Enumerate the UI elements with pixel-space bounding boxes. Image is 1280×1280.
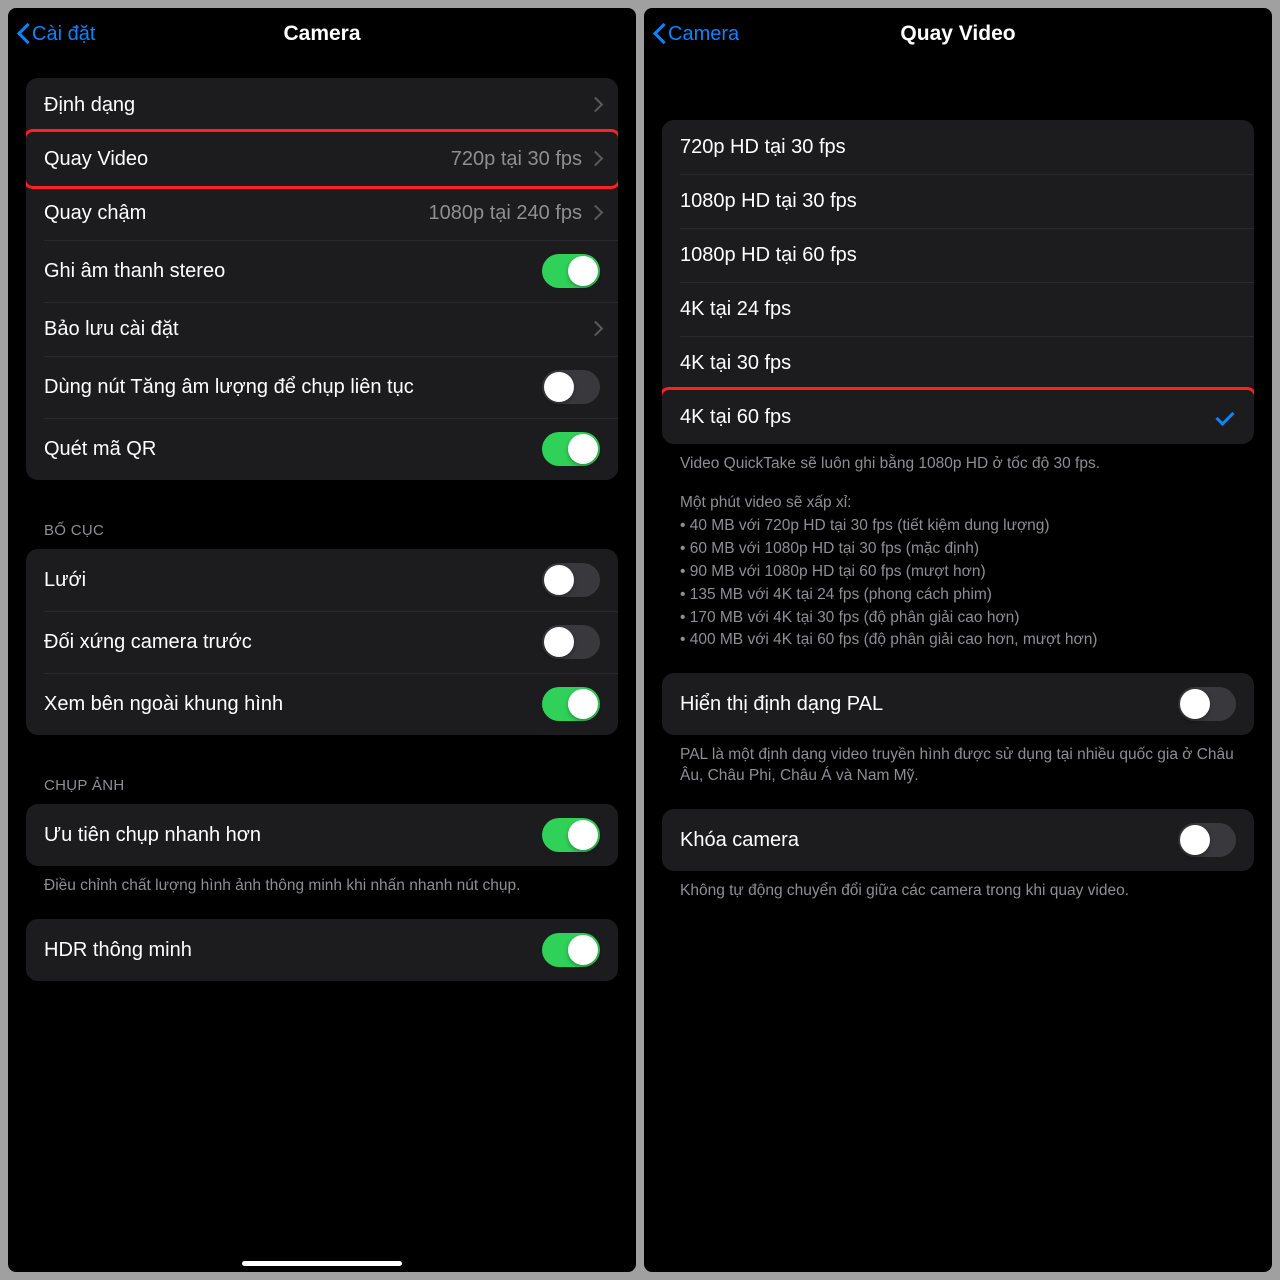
row-label: Quay Video: [44, 146, 451, 172]
footer-approx: Một phút video sẽ xấp xỉ:: [662, 475, 1254, 514]
row-label: Lưới: [44, 567, 542, 593]
option-4k-30[interactable]: 4K tại 30 fps: [662, 336, 1254, 390]
highlight-4k-60: 4K tại 60 fps: [662, 387, 1254, 444]
home-indicator[interactable]: [242, 1261, 402, 1266]
row-label: 1080p HD tại 30 fps: [680, 188, 1236, 214]
option-1080p-30[interactable]: 1080p HD tại 30 fps: [662, 174, 1254, 228]
row-outside-frame[interactable]: Xem bên ngoài khung hình: [26, 673, 618, 735]
toggle-mirror[interactable]: [542, 625, 600, 659]
toggle-fast-shot[interactable]: [542, 818, 600, 852]
row-mirror[interactable]: Đối xứng camera trước: [26, 611, 618, 673]
footer-size-1: • 60 MB với 1080p HD tại 30 fps (mặc địn…: [662, 537, 1254, 560]
row-lock-camera[interactable]: Khóa camera: [662, 809, 1254, 871]
toggle-hdr[interactable]: [542, 933, 600, 967]
row-volume-burst[interactable]: Dùng nút Tăng âm lượng để chụp liên tục: [26, 356, 618, 418]
row-label: 1080p HD tại 60 fps: [680, 242, 1236, 268]
checkmark-icon: [1214, 408, 1236, 426]
row-label: Quét mã QR: [44, 436, 542, 462]
chevron-right-icon: [590, 151, 600, 167]
row-label: Đối xứng camera trước: [44, 629, 542, 655]
row-label: 4K tại 24 fps: [680, 296, 1236, 322]
section-header-capture: CHỤP ẢNH: [26, 769, 618, 794]
option-4k-60[interactable]: 4K tại 60 fps: [662, 390, 1254, 444]
footer-size-5: • 400 MB với 4K tại 60 fps (độ phân giải…: [662, 628, 1254, 651]
option-720p-30[interactable]: 720p HD tại 30 fps: [662, 120, 1254, 174]
section-header-composition: BỐ CỤC: [26, 514, 618, 539]
group-hdr: HDR thông minh: [26, 919, 618, 981]
chevron-left-icon: [16, 22, 30, 46]
group-composition: Lưới Đối xứng camera trước Xem bên ngoài…: [26, 549, 618, 735]
page-title: Quay Video: [900, 22, 1015, 46]
group-pal: Hiển thị định dạng PAL: [662, 673, 1254, 735]
row-pal[interactable]: Hiển thị định dạng PAL: [662, 673, 1254, 735]
row-label: Xem bên ngoài khung hình: [44, 691, 542, 717]
group-capture-fast: Ưu tiên chụp nhanh hơn: [26, 804, 618, 866]
highlight-record-video: Quay Video 720p tại 30 fps: [26, 129, 618, 189]
toggle-grid[interactable]: [542, 563, 600, 597]
footer-pal: PAL là một định dạng video truyền hình đ…: [662, 735, 1254, 787]
option-4k-24[interactable]: 4K tại 24 fps: [662, 282, 1254, 336]
nav-bar: Cài đặt Camera: [8, 8, 636, 60]
group-lock: Khóa camera: [662, 809, 1254, 871]
footer-lock: Không tự động chuyển đổi giữa các camera…: [662, 871, 1254, 902]
row-label: Dùng nút Tăng âm lượng để chụp liên tục: [44, 374, 542, 400]
group-main: Định dạng Quay Video 720p tại 30 fps Qua…: [26, 78, 618, 480]
scroll-content[interactable]: 720p HD tại 30 fps 1080p HD tại 30 fps 1…: [644, 60, 1272, 1272]
toggle-qr[interactable]: [542, 432, 600, 466]
footer-fast-shot: Điều chỉnh chất lượng hình ảnh thông min…: [26, 866, 618, 897]
toggle-volume-burst[interactable]: [542, 370, 600, 404]
row-label: HDR thông minh: [44, 937, 542, 963]
row-label: Ghi âm thanh stereo: [44, 258, 542, 284]
row-preserve[interactable]: Bảo lưu cài đặt: [26, 302, 618, 356]
row-format[interactable]: Định dạng: [26, 78, 618, 132]
record-video-screen: Camera Quay Video 720p HD tại 30 fps 108…: [644, 8, 1272, 1272]
toggle-pal[interactable]: [1178, 687, 1236, 721]
chevron-right-icon: [590, 97, 600, 113]
option-1080p-60[interactable]: 1080p HD tại 60 fps: [662, 228, 1254, 282]
row-hdr[interactable]: HDR thông minh: [26, 919, 618, 981]
row-label: Quay chậm: [44, 200, 429, 226]
camera-settings-screen: Cài đặt Camera Định dạng Quay Video 720p…: [8, 8, 636, 1272]
row-fast-shot[interactable]: Ưu tiên chụp nhanh hơn: [26, 804, 618, 866]
back-button[interactable]: Cài đặt: [16, 22, 95, 46]
toggle-outside-frame[interactable]: [542, 687, 600, 721]
row-qr[interactable]: Quét mã QR: [26, 418, 618, 480]
row-label: 720p HD tại 30 fps: [680, 134, 1236, 160]
footer-size-2: • 90 MB với 1080p HD tại 60 fps (mượt hơ…: [662, 560, 1254, 583]
toggle-stereo[interactable]: [542, 254, 600, 288]
row-label: 4K tại 60 fps: [680, 404, 1214, 430]
row-grid[interactable]: Lưới: [26, 549, 618, 611]
nav-bar: Camera Quay Video: [644, 8, 1272, 60]
scroll-content[interactable]: Định dạng Quay Video 720p tại 30 fps Qua…: [8, 60, 636, 1272]
back-label: Cài đặt: [32, 23, 95, 46]
footer-quicktake: Video QuickTake sẽ luôn ghi bằng 1080p H…: [662, 444, 1254, 475]
row-label: Ưu tiên chụp nhanh hơn: [44, 822, 542, 848]
row-record-video[interactable]: Quay Video 720p tại 30 fps: [26, 132, 618, 186]
footer-size-4: • 170 MB với 4K tại 30 fps (độ phân giải…: [662, 606, 1254, 629]
footer-size-0: • 40 MB với 720p HD tại 30 fps (tiết kiệ…: [662, 514, 1254, 537]
row-slow-mo[interactable]: Quay chậm 1080p tại 240 fps: [26, 186, 618, 240]
back-button[interactable]: Camera: [652, 22, 739, 46]
row-label: Bảo lưu cài đặt: [44, 316, 590, 342]
row-detail: 720p tại 30 fps: [451, 148, 582, 171]
row-detail: 1080p tại 240 fps: [429, 202, 582, 225]
footer-size-3: • 135 MB với 4K tại 24 fps (phong cách p…: [662, 583, 1254, 606]
row-label: Định dạng: [44, 92, 590, 118]
row-label: Khóa camera: [680, 827, 1178, 853]
chevron-right-icon: [590, 321, 600, 337]
chevron-right-icon: [590, 205, 600, 221]
toggle-lock-camera[interactable]: [1178, 823, 1236, 857]
row-stereo[interactable]: Ghi âm thanh stereo: [26, 240, 618, 302]
row-label: Hiển thị định dạng PAL: [680, 691, 1178, 717]
row-label: 4K tại 30 fps: [680, 350, 1236, 376]
chevron-left-icon: [652, 22, 666, 46]
page-title: Camera: [283, 22, 360, 46]
back-label: Camera: [668, 23, 739, 46]
group-resolutions: 720p HD tại 30 fps 1080p HD tại 30 fps 1…: [662, 120, 1254, 444]
